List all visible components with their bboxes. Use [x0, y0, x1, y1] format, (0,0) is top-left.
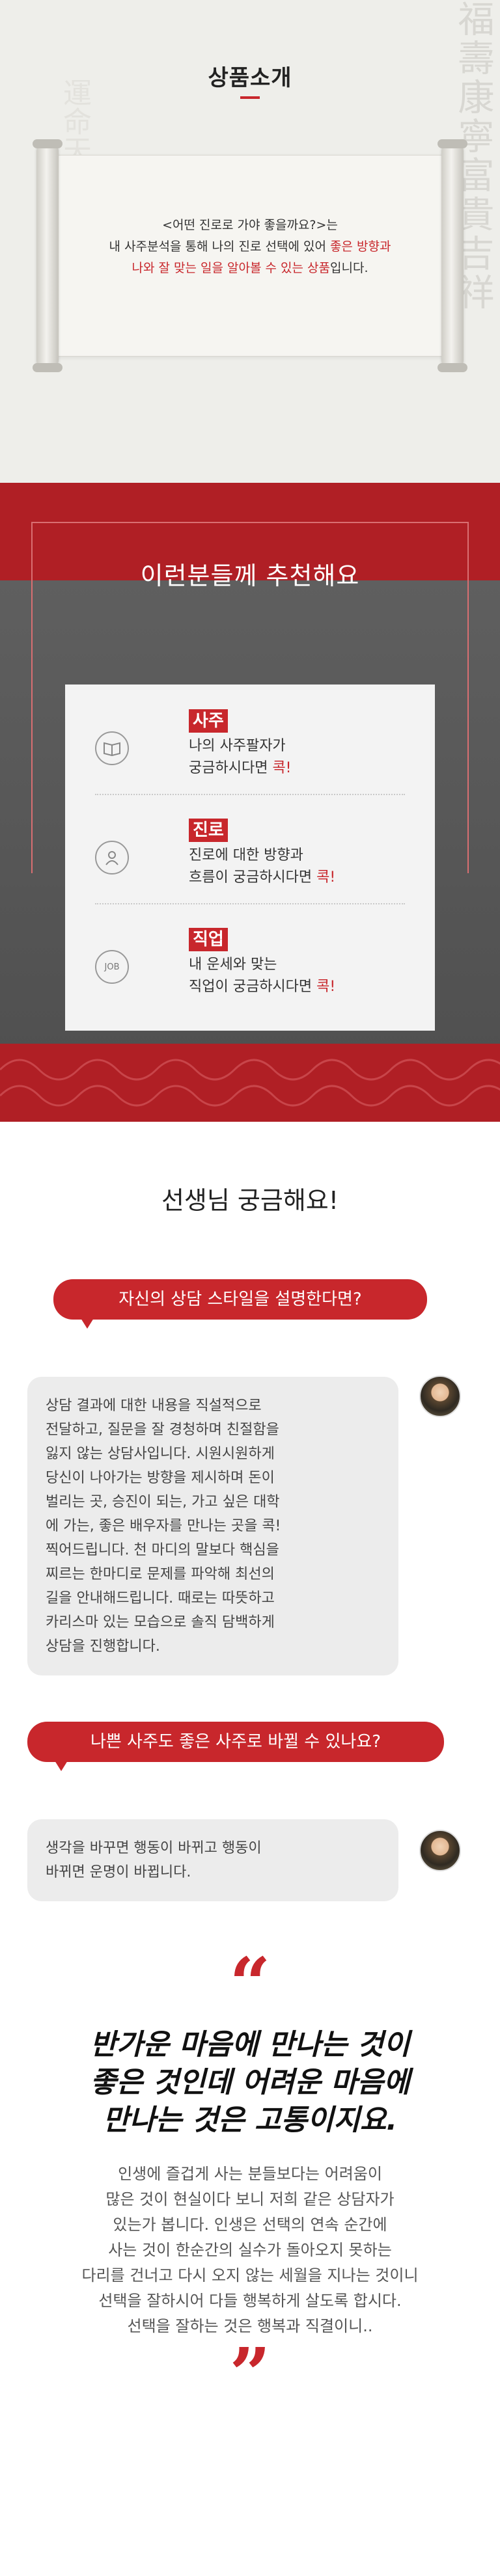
question-bar-2: 나쁜 사주도 좋은 사주로 바뀔 수 있나요? — [27, 1722, 444, 1771]
recommend-highlight: 콕! — [272, 760, 292, 776]
quote-body-line: 인생에 즐겁게 사는 분들보다는 어려움이 — [118, 2165, 382, 2183]
intro-line-3: 나와 잘 맞는 일을 알아볼 수 있는 상품입니다. — [31, 258, 469, 279]
quote-section: “ 반가운 마음에 만나는 것이 좋은 것인데 어려운 마음에 만나는 것은 고… — [0, 1948, 500, 2576]
quote-body-line: 사는 것이 한순간의 실수가 돌아오지 못하는 — [108, 2241, 392, 2259]
recommend-card: 사주 나의 사주팔자가 궁금하시다면 콕! 진로 진로에 대한 방향과 흐름이 … — [65, 685, 435, 1031]
intro-line-3-text: 입니다. — [330, 261, 368, 275]
intro-line-2: 내 사주분석을 통해 나의 진로 선택에 있어 좋은 방향과 — [31, 236, 469, 258]
recommend-desc-line1: 내 운세와 맞는 — [189, 956, 277, 973]
intro-description: <어떤 진로로 가야 좋을까요?>는 내 사주분석을 통해 나의 진로 선택에 … — [31, 215, 469, 279]
recommend-section: 이런분들께 추천해요 사주 나의 사주팔자가 궁금하시다면 콕! 진로 진로에 … — [0, 483, 500, 1122]
recommend-desc-text: 흐름이 궁금하시다면 — [189, 869, 317, 886]
qa-title: 선생님 궁금해요! — [161, 1186, 339, 1215]
answer-line: 상담을 진행합니다. — [46, 1638, 160, 1655]
answer-line: 당신이 나아가는 방향을 제시하며 돈이 — [46, 1470, 275, 1486]
question-bar-1: 자신의 상담 스타일을 설명한다면? — [53, 1279, 427, 1329]
book-icon — [95, 731, 129, 765]
recommend-tag: 진로 — [189, 819, 228, 842]
title-underline — [240, 96, 260, 99]
avatar — [419, 1376, 461, 1417]
recommend-desc-line1: 진로에 대한 방향과 — [189, 847, 303, 863]
quote-body-line: 있는가 봅니다. 인생은 선택의 연속 순간에 — [113, 2216, 387, 2234]
job-icon: JOB — [95, 950, 129, 984]
recommend-desc-text: 궁금하시다면 — [189, 760, 273, 776]
recommend-desc: 나의 사주팔자가 궁금하시다면 콕! — [189, 735, 292, 780]
divider — [95, 794, 405, 795]
answer-line: 상담 결과에 대한 내용을 직설적으로 — [46, 1398, 262, 1414]
recommend-desc-line2: 궁금하시다면 콕! — [189, 757, 292, 780]
intro-line-1: <어떤 진로로 가야 좋을까요?>는 — [162, 218, 338, 232]
answer-line: 찌르는 한마디로 문제를 파악해 최선의 — [46, 1566, 275, 1582]
quote-body: 인생에 즐겁게 사는 분들보다는 어려움이 많은 것이 현실이다 보니 저희 같… — [0, 2162, 500, 2339]
intro-line-2-text: 내 사주분석을 통해 나의 진로 선택에 있어 — [109, 239, 330, 254]
answer-line: 길을 안내해드립니다. 때로는 따뜻하고 — [46, 1590, 275, 1607]
close-quote-icon: ” — [229, 2332, 271, 2416]
quote-heading-line: 반가운 마음에 만나는 것이 — [90, 2028, 410, 2061]
divider — [95, 903, 405, 904]
quote-heading: 반가운 마음에 만나는 것이 좋은 것인데 어려운 마음에 만나는 것은 고통이… — [0, 2026, 500, 2139]
recommend-desc-line2: 흐름이 궁금하시다면 콕! — [189, 867, 335, 889]
answer-line: 카리스마 있는 모습으로 솔직 담백하게 — [46, 1614, 275, 1631]
qa-section: 선생님 궁금해요! 자신의 상담 스타일을 설명한다면? 상담 결과에 대한 내… — [0, 1122, 500, 1948]
recommend-tag: 직업 — [189, 928, 228, 951]
answer-line: 바뀌면 운명이 바뀝니다. — [46, 1864, 191, 1880]
recommend-desc-line1: 나의 사주팔자가 — [189, 738, 286, 754]
intro-line-3-highlight: 나와 잘 맞는 일을 알아볼 수 있는 상품 — [132, 261, 330, 275]
recommend-item-job: JOB 직업 내 운세와 맞는 직업이 궁금하시다면 콕! — [65, 916, 435, 1014]
quote-body-line: 선택을 잘하시어 다들 행복하게 살도록 합시다. — [98, 2292, 402, 2310]
answer-line: 생각을 바꾸면 행동이 바뀌고 행동이 — [46, 1840, 262, 1856]
intro-line-2-highlight: 좋은 방향과 — [330, 239, 391, 254]
answer-bubble-1: 상담 결과에 대한 내용을 직설적으로 전달하고, 질문을 잘 경청하며 친절함… — [27, 1377, 398, 1675]
recommend-desc: 내 운세와 맞는 직업이 궁금하시다면 콕! — [189, 954, 335, 998]
answer-bubble-2: 생각을 바꾸면 행동이 바뀌고 행동이 바뀌면 운명이 바뀝니다. — [27, 1819, 398, 1901]
scroll-banner: <어떤 진로로 가야 좋을까요?>는 내 사주분석을 통해 나의 진로 선택에 … — [31, 139, 469, 372]
intro-section: 福壽康寧富貴吉祥 運命天地 상품소개 <어떤 진로로 가야 좋을까요?>는 내 … — [0, 0, 500, 483]
intro-title: 상품소개 — [208, 65, 292, 91]
recommend-tag: 사주 — [189, 709, 228, 733]
avatar — [419, 1830, 461, 1871]
answer-line: 에 가는, 좋은 배우자를 만나는 곳을 콕! — [46, 1518, 281, 1534]
quote-body-line: 많은 것이 현실이다 보니 저희 같은 상담자가 — [105, 2190, 395, 2208]
open-quote-icon: “ — [229, 1942, 271, 2026]
answer-line: 전달하고, 질문을 잘 경청하며 친절함을 — [46, 1422, 279, 1438]
answer-line: 벌리는 곳, 승진이 되는, 가고 싶은 대학 — [46, 1494, 280, 1510]
recommend-title: 이런분들께 추천해요 — [140, 562, 360, 590]
recommend-desc-line2: 직업이 궁금하시다면 콕! — [189, 976, 335, 998]
recommend-highlight: 콕! — [316, 869, 336, 886]
quote-heading-line: 좋은 것인데 어려운 마음에 — [90, 2066, 410, 2099]
quote-body-line: 다리를 건너고 다시 오지 않는 세월을 지나는 것이니 — [81, 2266, 419, 2285]
answer-line: 찍어드립니다. 천 마디의 말보다 핵심을 — [46, 1542, 279, 1558]
recommend-desc: 진로에 대한 방향과 흐름이 궁금하시다면 콕! — [189, 845, 335, 889]
recommend-highlight: 콕! — [316, 979, 336, 995]
recommend-item-career: 진로 진로에 대한 방향과 흐름이 궁금하시다면 콕! — [65, 807, 435, 904]
answer-line: 잃지 않는 상담사입니다. 시원시원하게 — [46, 1446, 275, 1462]
recommend-item-saju: 사주 나의 사주팔자가 궁금하시다면 콕! — [65, 698, 435, 795]
quote-heading-line: 만나는 것은 고통이지요. — [102, 2104, 398, 2137]
recommend-desc-text: 직업이 궁금하시다면 — [189, 979, 317, 995]
person-icon — [95, 841, 129, 874]
